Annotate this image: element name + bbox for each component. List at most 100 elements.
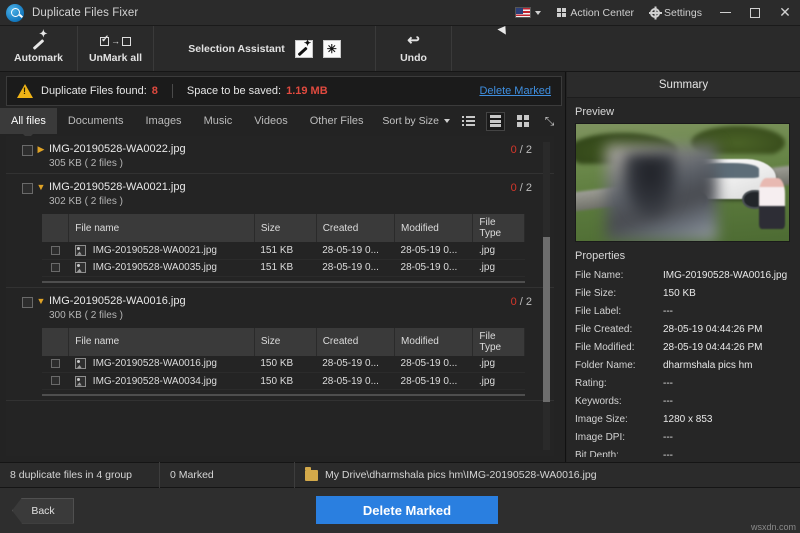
grid-view-icon — [517, 115, 529, 127]
image-file-icon — [75, 358, 86, 369]
property-row-file-label: File Label: --- — [575, 305, 792, 318]
group-checkbox[interactable] — [22, 145, 33, 156]
duplicates-found-label: Duplicate Files found: — [41, 85, 147, 97]
list-scrollbar-thumb[interactable] — [543, 237, 550, 402]
property-row-file-size: File Size: 150 KB — [575, 287, 792, 300]
automark-button[interactable]: Automark — [0, 26, 78, 71]
group-header[interactable]: ▶ IMG-20190528-WA0022.jpg 305 KB ( 2 fil… — [6, 143, 554, 169]
group-header[interactable]: ▼ IMG-20190528-WA0016.jpg 300 KB ( 2 fil… — [6, 295, 554, 321]
selection-assistant-wand-button[interactable] — [295, 40, 313, 58]
tab-images[interactable]: Images — [134, 108, 192, 134]
column-header-created[interactable]: Created — [316, 214, 394, 242]
property-key: File Modified: — [575, 341, 663, 354]
column-header-modified[interactable]: Modified — [395, 214, 473, 242]
preview-image[interactable] — [575, 123, 790, 242]
tab-music[interactable]: Music — [193, 108, 244, 134]
space-saved-label: Space to be saved: — [187, 85, 281, 97]
column-header-file-name[interactable]: File name — [69, 214, 255, 242]
property-value: 1280 x 853 — [663, 413, 713, 426]
column-header-checkbox — [42, 328, 69, 356]
tab-all-files[interactable]: All files — [0, 108, 57, 134]
row-checkbox[interactable] — [51, 359, 60, 368]
list-scrollbar-track[interactable] — [543, 142, 550, 450]
property-row-file-created: File Created: 28-05-19 04:44:26 PM — [575, 323, 792, 336]
table-header-row: File name Size Created Modified File Typ… — [42, 328, 525, 356]
image-file-icon — [75, 376, 86, 387]
duplicate-groups-list[interactable]: ▶ IMG-20190528-WA0022.jpg 305 KB ( 2 fil… — [6, 136, 554, 456]
minimize-button[interactable] — [710, 0, 740, 26]
delete-marked-button[interactable]: Delete Marked — [316, 496, 498, 524]
tab-other-files[interactable]: Other Files — [299, 108, 375, 134]
expand-collapse-icon[interactable]: ▼ — [33, 182, 49, 192]
group-size-info: 300 KB ( 2 files ) — [49, 310, 186, 321]
list-view-button[interactable] — [460, 113, 477, 130]
maximize-button[interactable] — [740, 0, 770, 26]
minimize-icon — [720, 12, 731, 13]
table-header-row: File name Size Created Modified File Typ… — [42, 214, 525, 242]
table-row[interactable]: IMG-20190528-WA0035.jpg 151 KB 28-05-19 … — [42, 259, 525, 276]
row-checkbox-cell[interactable] — [42, 242, 69, 259]
property-value: dharmshala pics hm — [663, 359, 752, 372]
row-file-type: .jpg — [473, 259, 525, 276]
expand-collapse-icon[interactable]: ▶ — [33, 144, 49, 155]
expand-collapse-icon[interactable]: ▼ — [33, 296, 49, 306]
column-header-size[interactable]: Size — [254, 328, 316, 356]
property-row-rating: Rating: --- — [575, 377, 792, 390]
title-bar: Duplicate Files Fixer Action Center Sett… — [0, 0, 800, 26]
column-header-file-type[interactable]: File Type — [473, 214, 525, 242]
row-created: 28-05-19 0... — [316, 259, 394, 276]
column-header-modified[interactable]: Modified — [395, 328, 473, 356]
row-checkbox-cell[interactable] — [42, 356, 69, 373]
expand-view-button[interactable]: ⤡ — [541, 113, 558, 130]
row-checkbox[interactable] — [51, 376, 60, 385]
column-header-created[interactable]: Created — [316, 328, 394, 356]
table-bottom-divider — [42, 394, 525, 396]
group-size-info: 305 KB ( 2 files ) — [49, 158, 186, 169]
selection-assistant-star-button[interactable]: ✳ — [323, 40, 341, 58]
column-header-checkbox — [42, 214, 69, 242]
status-path-container: My Drive\dharmshala pics hm\IMG-20190528… — [295, 462, 607, 488]
group-header[interactable]: ▼ IMG-20190528-WA0021.jpg 302 KB ( 2 fil… — [6, 181, 554, 207]
grid-view-button[interactable] — [514, 113, 531, 130]
row-checkbox[interactable] — [51, 263, 60, 272]
file-list-pane: Duplicate Files found: 8 Space to be sav… — [0, 72, 566, 462]
tab-videos[interactable]: Videos — [243, 108, 298, 134]
row-checkbox[interactable] — [51, 246, 60, 255]
row-checkbox-cell[interactable] — [42, 259, 69, 276]
image-file-icon — [75, 245, 86, 256]
back-button[interactable]: Back — [12, 498, 74, 524]
property-row-bit-depth: Bit Depth: --- — [575, 449, 792, 457]
row-file-name: IMG-20190528-WA0016.jpg — [93, 358, 217, 369]
undo-arrow-icon: ↩ — [407, 33, 420, 49]
detail-view-icon — [490, 115, 501, 127]
table-row[interactable]: IMG-20190528-WA0021.jpg 151 KB 28-05-19 … — [42, 242, 525, 259]
property-key: File Size: — [575, 287, 663, 300]
sort-by-dropdown[interactable]: Sort by Size — [382, 115, 450, 127]
column-header-file-type[interactable]: File Type — [473, 328, 525, 356]
table-row[interactable]: IMG-20190528-WA0034.jpg 150 KB 28-05-19 … — [42, 373, 525, 390]
group-marked-value: 0 — [511, 296, 517, 308]
folder-icon — [305, 470, 318, 481]
duplicate-group: ▼ IMG-20190528-WA0016.jpg 300 KB ( 2 fil… — [6, 288, 554, 402]
property-key: Image Size: — [575, 413, 663, 426]
close-button[interactable]: ✕ — [770, 0, 800, 26]
column-header-size[interactable]: Size — [254, 214, 316, 242]
delete-marked-link[interactable]: Delete Marked — [479, 85, 551, 97]
group-checkbox[interactable] — [22, 297, 33, 308]
detail-view-button[interactable] — [487, 113, 504, 130]
row-file-type: .jpg — [473, 356, 525, 373]
language-selector[interactable] — [507, 0, 549, 26]
group-file-name: IMG-20190528-WA0022.jpg — [49, 143, 186, 155]
table-row[interactable]: IMG-20190528-WA0016.jpg 150 KB 28-05-19 … — [42, 356, 525, 373]
action-center-button[interactable]: Action Center — [549, 0, 642, 26]
us-flag-icon — [515, 7, 531, 18]
property-row-image-dpi: Image DPI: --- — [575, 431, 792, 444]
tab-documents[interactable]: Documents — [57, 108, 135, 134]
column-header-file-name[interactable]: File name — [69, 328, 255, 356]
unmark-all-button[interactable]: → UnMark all — [78, 26, 154, 71]
group-checkbox[interactable] — [22, 183, 33, 194]
preview-label: Preview — [567, 98, 800, 123]
row-checkbox-cell[interactable] — [42, 373, 69, 390]
undo-button[interactable]: ↩ Undo — [376, 26, 452, 71]
settings-button[interactable]: Settings — [642, 0, 710, 26]
